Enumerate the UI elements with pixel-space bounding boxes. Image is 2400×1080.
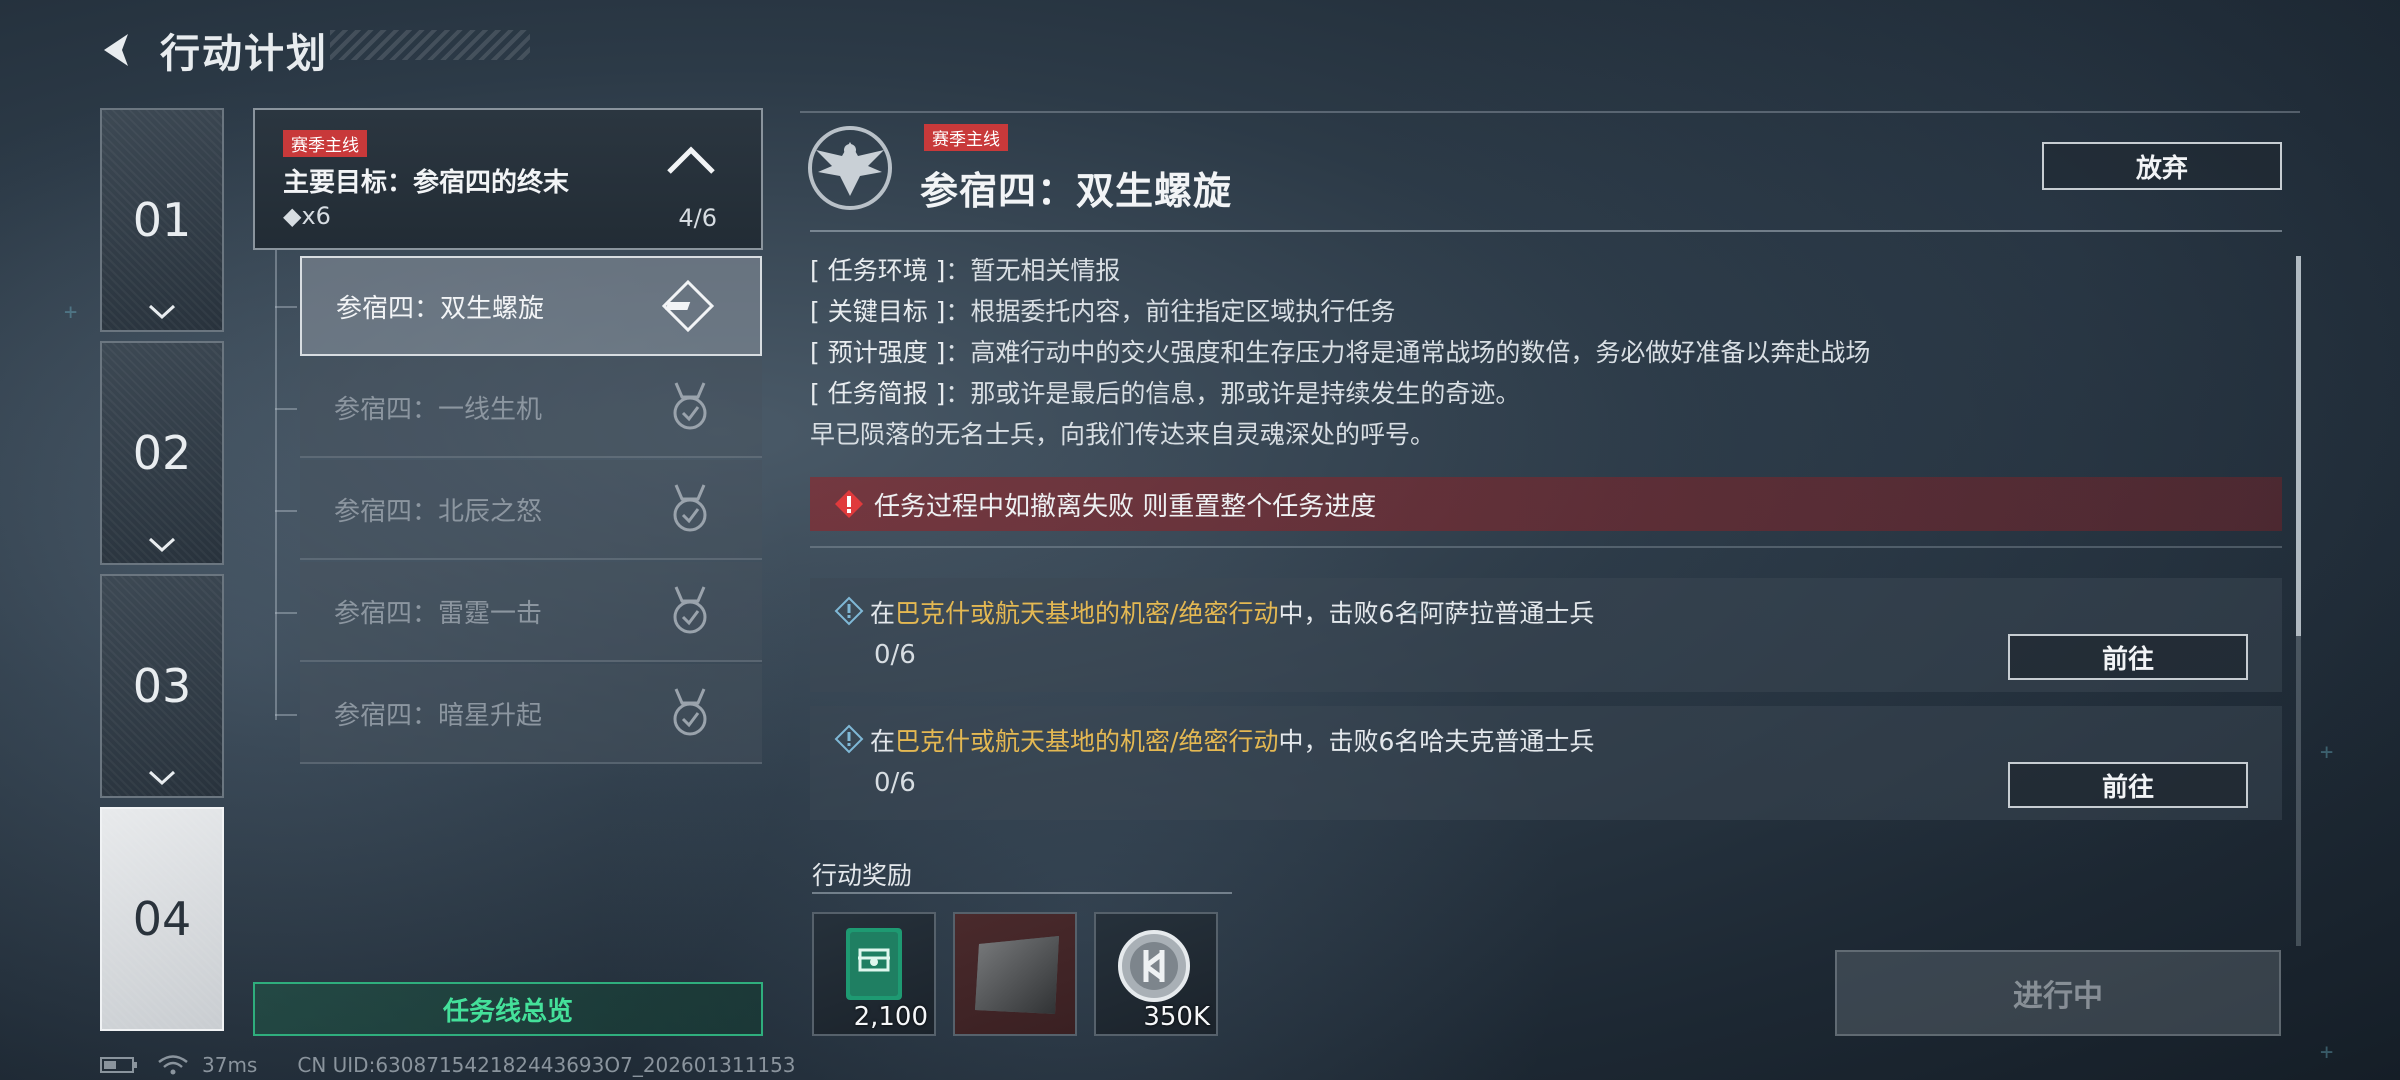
chapter-number: 02 (132, 426, 192, 480)
rewards-underline (812, 892, 1232, 894)
overview-button-label: 任务线总览 (442, 996, 573, 1027)
warning-text: 任务过程中如撤离失败 则重置整个任务进度 (874, 491, 1377, 522)
reward-count: 350K (1143, 1002, 1210, 1032)
tree-tick (275, 306, 297, 308)
mission-item-completed[interactable]: 参宿四：暗星升起 (300, 664, 762, 764)
page-title: 行动计划 (160, 31, 328, 77)
rewards-title: 行动奖励 (812, 861, 913, 890)
battery-icon (100, 1057, 137, 1073)
chapter-number: 01 (132, 193, 192, 247)
grid-cross-mark: + (64, 300, 78, 325)
mission-label: 参宿四：北辰之怒 (334, 496, 543, 527)
mission-title: 参宿四：双生螺旋 (920, 169, 1233, 213)
info-line-briefing-cont: 早已陨落的无名士兵，向我们传达来自灵魂深处的呼号。 (810, 420, 1436, 449)
mission-label: 参宿四：一线生机 (334, 394, 543, 425)
chapter-tab-03[interactable]: 03 (100, 574, 224, 798)
abandon-button[interactable]: 放弃 (2042, 142, 2282, 190)
info-line-briefing: [ 任务简报 ]：那或许是最后的信息，那或许是持续发生的奇迹。 (810, 379, 1521, 408)
tree-tick (275, 612, 297, 614)
warning-icon (835, 490, 863, 518)
grid-cross-mark: + (2320, 1040, 2334, 1065)
chevron-up-icon[interactable] (663, 142, 719, 178)
mission-info: [ 任务环境 ]：暂无相关情报 [ 关键目标 ]：根据委托内容，前往指定区域执行… (810, 250, 2270, 455)
mission-label: 参宿四：双生螺旋 (336, 293, 545, 324)
task-info-icon (834, 596, 864, 626)
goal-title: 主要目标：参宿四的终末 (283, 168, 570, 198)
season-main-tag: 赛季主线 (924, 124, 1008, 151)
material-plate-icon (975, 936, 1059, 1014)
mission-item-completed[interactable]: 参宿四：一线生机 (300, 358, 762, 458)
mission-item-active[interactable]: 参宿四：双生螺旋 (300, 256, 762, 356)
task-description: 在巴克什或航天基地的机密/绝密行动中，击败6名哈夫克普通士兵 (870, 727, 1595, 756)
back-arrow-icon[interactable] (96, 28, 140, 72)
chevron-down-icon (148, 537, 176, 553)
wifi-icon (158, 1055, 188, 1075)
page-header: 行动计划 (96, 18, 328, 82)
completed-medal-icon (673, 382, 707, 430)
goal-progress: 4/6 (678, 204, 717, 232)
tree-tick (275, 510, 297, 512)
mission-label: 参宿四：雷霆一击 (334, 598, 543, 629)
chapter-tab-02[interactable]: 02 (100, 341, 224, 565)
info-line-key-objective: [ 关键目标 ]：根据委托内容，前往指定区域执行任务 (810, 297, 1396, 326)
reward-item[interactable]: 350K (1094, 912, 1218, 1036)
task-info-icon (834, 724, 864, 754)
chapter-tab-04[interactable]: 04 (100, 807, 224, 1031)
tree-connector (275, 250, 277, 720)
status-bar: 37ms CN UID:630871542182443693O7_2026013… (100, 1052, 796, 1078)
diamond-target-icon (661, 279, 715, 333)
tree-tick (275, 408, 297, 410)
divider (810, 546, 2282, 548)
completed-medal-icon (673, 688, 707, 736)
info-line-environment: [ 任务环境 ]：暂无相关情报 (810, 256, 1121, 285)
chapter-tab-01[interactable]: 01 (100, 108, 224, 332)
goto-button-label: 前往 (2101, 644, 2154, 675)
chapter-number: 03 (132, 659, 192, 713)
warning-bar: 任务过程中如撤离失败 则重置整个任务进度 (810, 477, 2282, 531)
divider (810, 230, 2282, 232)
goto-button[interactable]: 前往 (2008, 634, 2248, 680)
tree-tick (275, 714, 297, 716)
reward-count: 2,100 (853, 1002, 928, 1032)
task-row: 在巴克什或航天基地的机密/绝密行动中，击败6名哈夫克普通士兵 0/6 前往 (810, 706, 2282, 820)
completed-medal-icon (673, 586, 707, 634)
in-progress-label: 进行中 (2013, 979, 2103, 1014)
abandon-button-label: 放弃 (2135, 153, 2188, 184)
chevron-down-icon (148, 304, 176, 320)
chevron-down-icon (148, 770, 176, 786)
mission-detail-panel: 赛季主线 参宿四：双生螺旋 放弃 [ 任务环境 ]：暂无相关情报 [ 关键目标 … (800, 110, 2301, 946)
chapter-number: 04 (132, 892, 192, 946)
reward-item[interactable] (953, 912, 1077, 1036)
task-progress: 0/6 (874, 768, 916, 798)
ping-value: 37ms (202, 1053, 258, 1077)
grid-cross-mark: + (2320, 740, 2334, 765)
completed-medal-icon (673, 484, 707, 532)
task-progress: 0/6 (874, 640, 916, 670)
task-description: 在巴克什或航天基地的机密/绝密行动中，击败6名阿萨拉普通士兵 (870, 599, 1595, 628)
questline-overview-button[interactable]: 任务线总览 (253, 982, 763, 1036)
season-main-tag: 赛季主线 (283, 130, 367, 157)
task-row: 在巴克什或航天基地的机密/绝密行动中，击败6名阿萨拉普通士兵 0/6 前往 (810, 578, 2282, 692)
scrollbar-thumb[interactable] (2296, 256, 2301, 636)
mission-item-completed[interactable]: 参宿四：北辰之怒 (300, 460, 762, 560)
main-goal-card[interactable]: 赛季主线 主要目标：参宿四的终末 ◆x6 4/6 (253, 108, 763, 250)
mission-item-completed[interactable]: 参宿四：雷霆一击 (300, 562, 762, 662)
goto-button-label: 前往 (2101, 772, 2154, 803)
reward-item[interactable]: 2,100 (812, 912, 936, 1036)
mission-label: 参宿四：暗星升起 (334, 700, 543, 731)
title-decoration (330, 30, 530, 60)
user-uid: CN UID:630871542182443693O7_202601311153 (297, 1053, 796, 1077)
goto-button[interactable]: 前往 (2008, 762, 2248, 808)
goal-reward-count: ◆x6 (283, 202, 331, 230)
in-progress-button: 进行中 (1835, 950, 2281, 1036)
info-line-intensity: [ 预计强度 ]：高难行动中的交火强度和生存压力将是通常战场的数倍，务必做好准备… (810, 338, 1871, 367)
